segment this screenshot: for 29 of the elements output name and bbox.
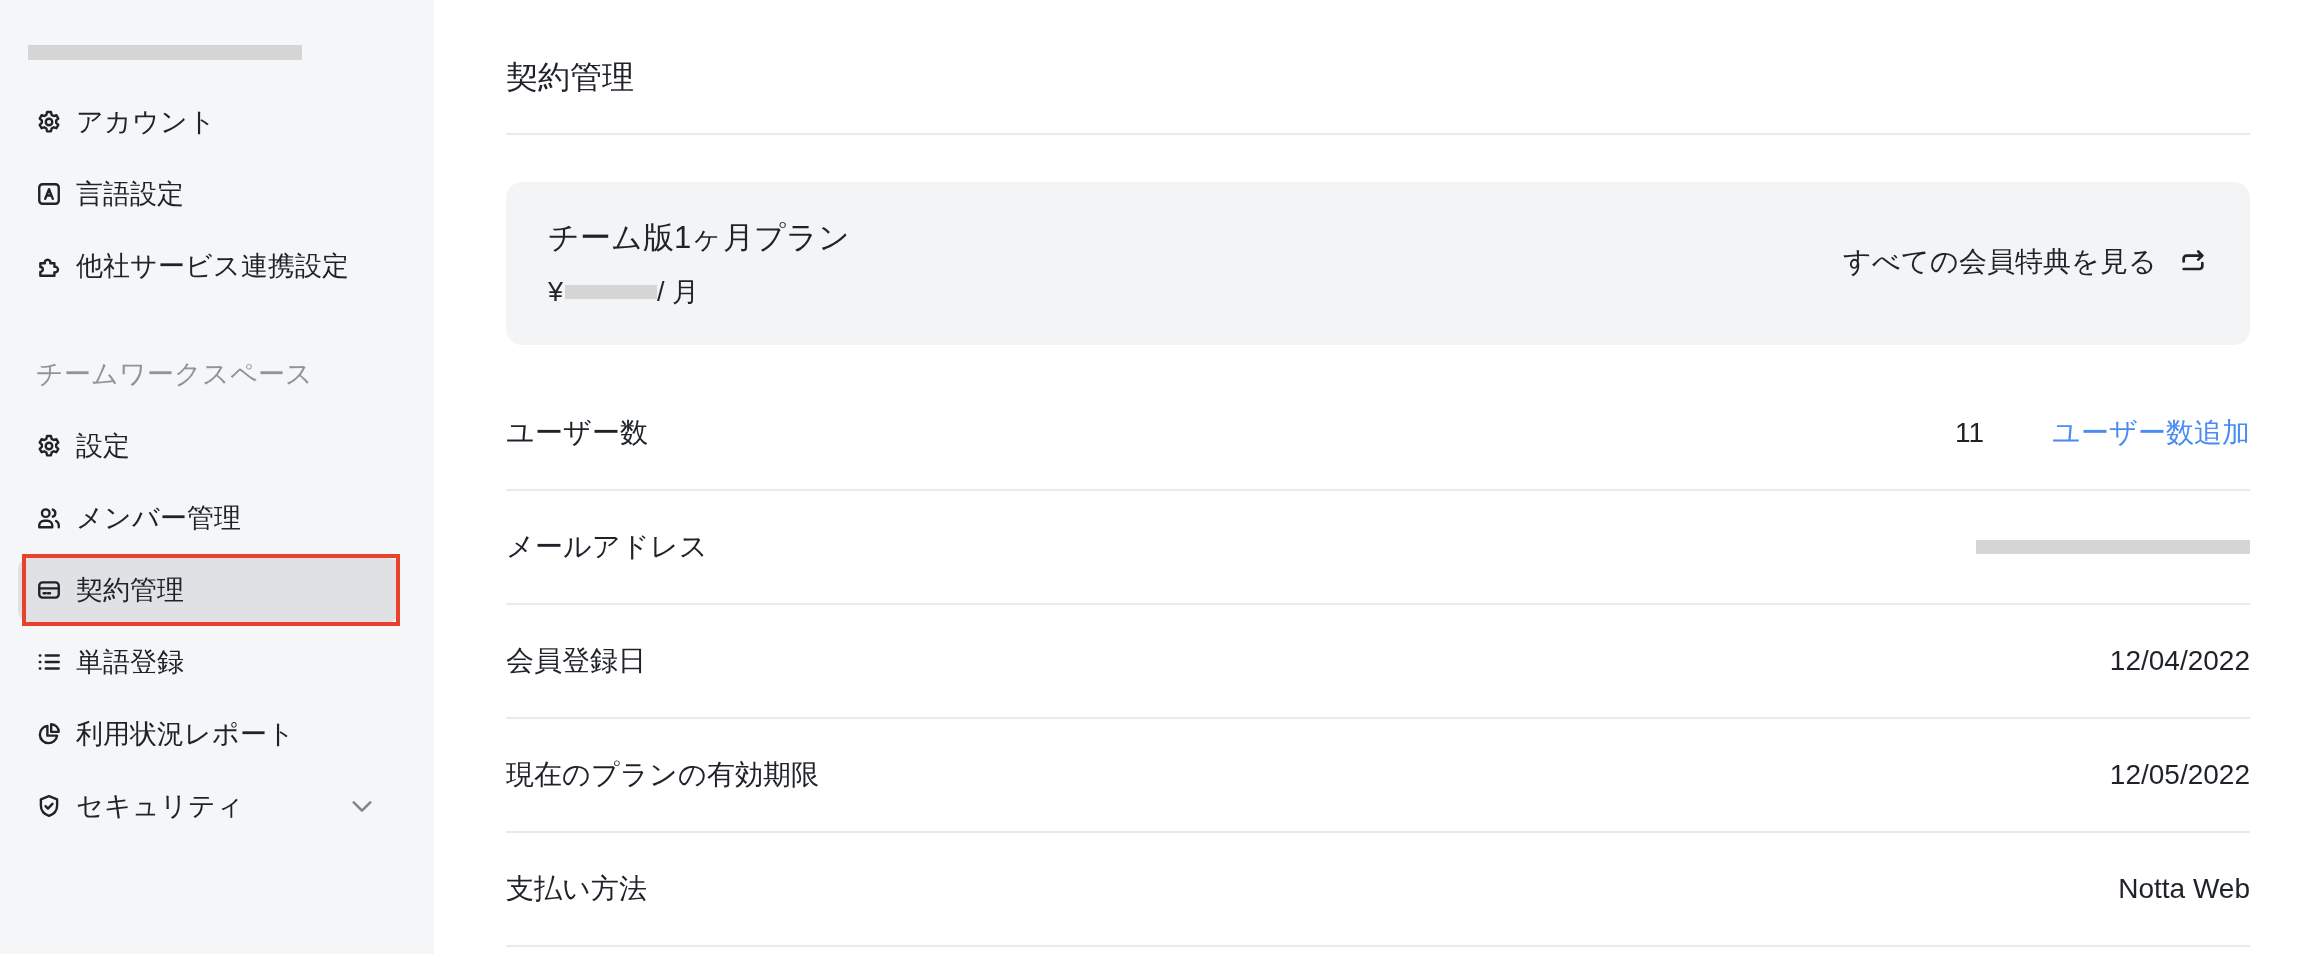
field-label: 会員登録日	[506, 644, 646, 678]
nav-item[interactable]: メンバー管理	[18, 486, 400, 550]
price-currency: ¥	[548, 276, 564, 309]
field-label: ユーザー数	[506, 416, 648, 450]
field-value: 12/04/2022	[2109, 645, 2250, 677]
nav-item[interactable]: 他社サービス連携設定	[18, 234, 400, 298]
page-title: 契約管理	[506, 58, 635, 97]
nav-item[interactable]: 単語登録	[18, 630, 400, 694]
nav-item[interactable]: セキュリティ	[18, 774, 400, 838]
chevron-down-icon[interactable]	[352, 800, 372, 812]
field-label: 現在のプランの有効期限	[506, 758, 819, 792]
price-unit: / 月	[657, 276, 700, 309]
field-value: Notta Web	[2118, 873, 2250, 905]
field-value: 11	[1954, 417, 1984, 449]
settings-icon	[36, 433, 62, 459]
pie-chart-icon	[36, 721, 62, 747]
settings-icon	[36, 109, 62, 135]
plan-name: チーム版1ヶ月プラン	[548, 219, 851, 257]
field-label: メールアドレス	[506, 530, 708, 564]
users-icon	[36, 505, 62, 531]
field-value: 12/05/2022	[2109, 759, 2250, 791]
section-heading: チームワークスペース	[36, 358, 314, 391]
benefits-link[interactable]: すべての会員特典を見る	[1843, 234, 2207, 290]
nav-item[interactable]: 言語設定	[18, 162, 400, 226]
nav-item[interactable]: 利用状況レポート	[18, 702, 400, 766]
nav-item[interactable]: 設定	[18, 414, 400, 478]
nav-item[interactable]: アカウント	[18, 90, 400, 154]
letter-a-icon	[36, 181, 62, 207]
field-label: 支払い方法	[506, 872, 647, 906]
